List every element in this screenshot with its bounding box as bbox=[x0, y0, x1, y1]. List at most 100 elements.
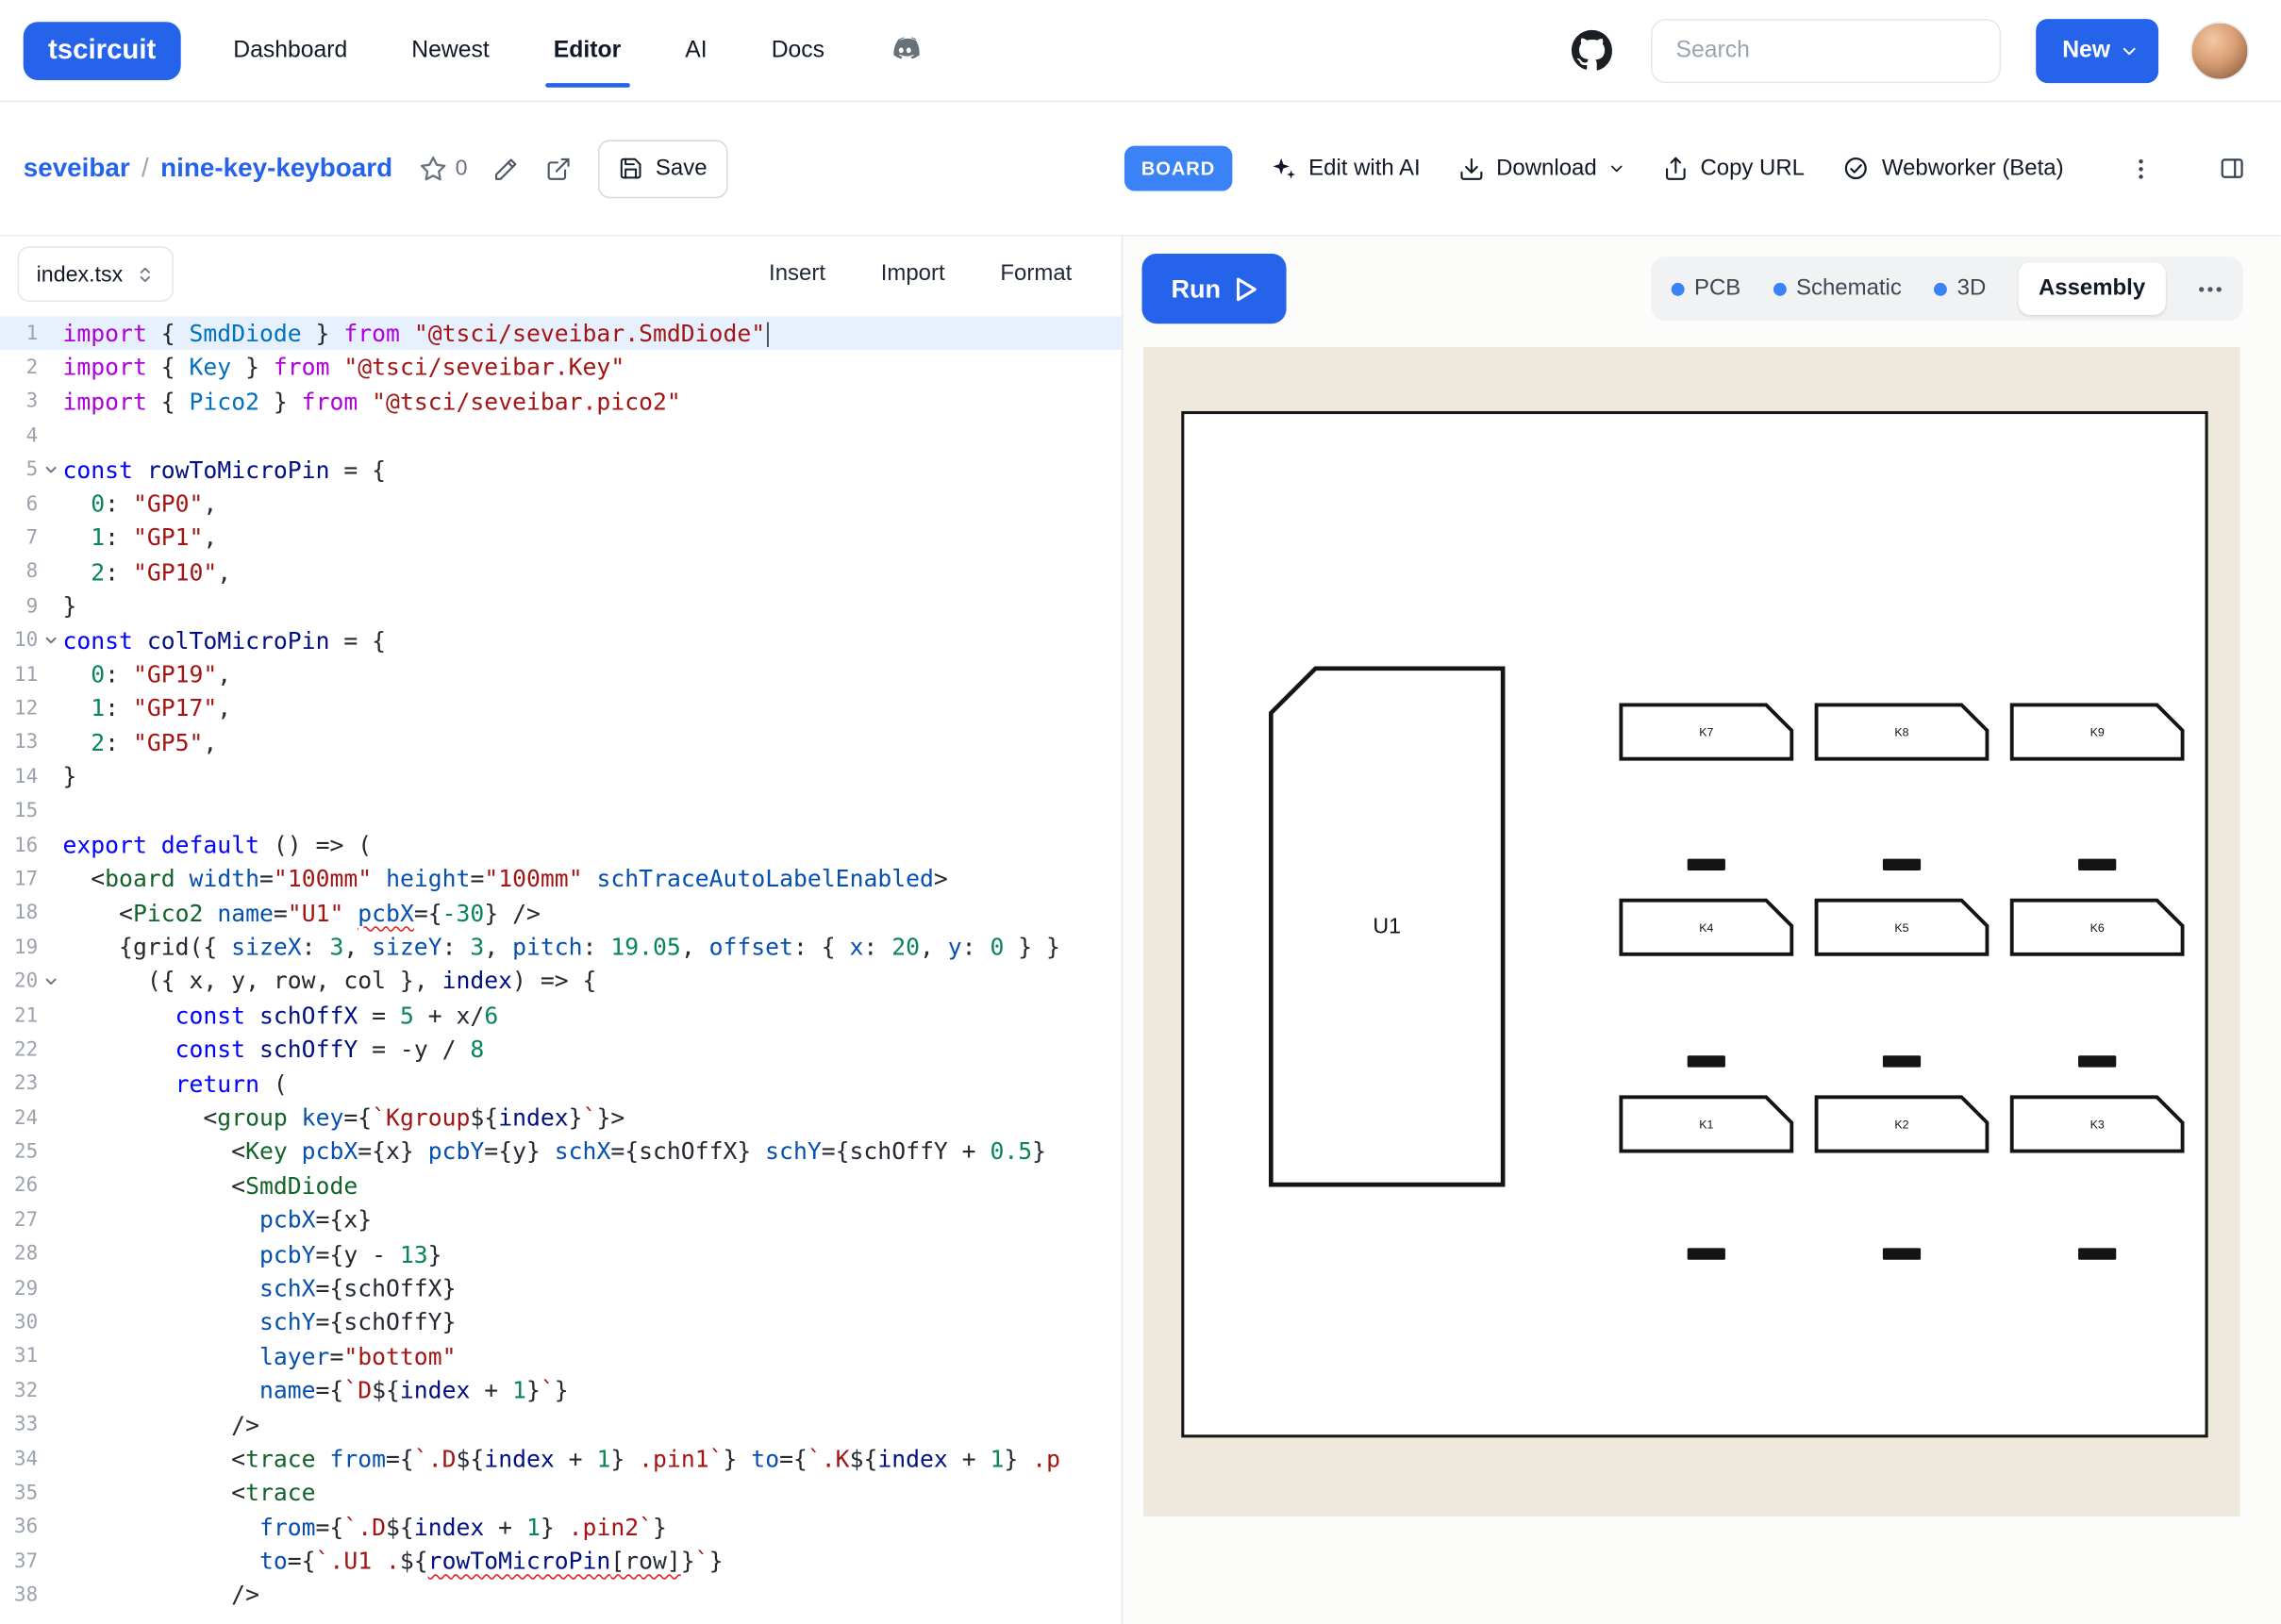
code-line[interactable]: 16export default () => ( bbox=[0, 828, 1122, 862]
code-line[interactable]: 9} bbox=[0, 589, 1122, 623]
assembly-diode[interactable] bbox=[2078, 1055, 2116, 1067]
editor-action-insert[interactable]: Insert bbox=[769, 261, 825, 288]
run-button[interactable]: Run bbox=[1142, 254, 1287, 323]
nav-link-editor[interactable]: Editor bbox=[554, 37, 621, 63]
code-line[interactable]: 31 layer="bottom" bbox=[0, 1339, 1122, 1373]
editor-action-format[interactable]: Format bbox=[1000, 261, 1072, 288]
webworker-toggle[interactable]: Webworker (Beta) bbox=[1842, 155, 2063, 182]
assembly-diode[interactable] bbox=[1688, 859, 1725, 870]
pencil-icon[interactable] bbox=[493, 156, 520, 182]
svg-text:K6: K6 bbox=[2090, 921, 2105, 935]
code-line[interactable]: 13 2: "GP5", bbox=[0, 725, 1122, 759]
edit-with-ai-button[interactable]: Edit with AI bbox=[1271, 156, 1421, 182]
editor-action-import[interactable]: Import bbox=[881, 261, 945, 288]
assembly-key-k2[interactable]: K2 bbox=[1814, 1095, 1990, 1153]
code-line[interactable]: 2import { Key } from "@tsci/seveibar.Key… bbox=[0, 351, 1122, 385]
search-input[interactable] bbox=[1651, 18, 2001, 82]
download-button[interactable]: Download bbox=[1458, 156, 1624, 182]
code-line[interactable]: 18 <Pico2 name="U1" pcbX={-30} /> bbox=[0, 896, 1122, 930]
fold-icon[interactable] bbox=[38, 462, 62, 476]
code-line[interactable]: 7 1: "GP1", bbox=[0, 521, 1122, 555]
code-line[interactable]: 26 <SmdDiode bbox=[0, 1169, 1122, 1203]
tscircuit-logo[interactable]: tscircuit bbox=[24, 21, 181, 79]
code-line[interactable]: 28 pcbY={y - 13} bbox=[0, 1237, 1122, 1271]
kebab-menu-icon[interactable] bbox=[2128, 156, 2155, 182]
code-line[interactable]: 22 const schOffY = -y / 8 bbox=[0, 1033, 1122, 1067]
assembly-canvas[interactable]: U1 K7K8K9K4K5K6K1K2K3 bbox=[1143, 347, 2240, 1516]
code-line[interactable]: 32 name={`D${index + 1}`} bbox=[0, 1374, 1122, 1408]
assembly-diode[interactable] bbox=[1883, 1248, 1921, 1259]
code-line[interactable]: 36 from={`.D${index + 1} .pin2`} bbox=[0, 1510, 1122, 1544]
nav-link-ai[interactable]: AI bbox=[685, 37, 707, 63]
assembly-key-k7[interactable]: K7 bbox=[1619, 703, 1794, 761]
breadcrumb-owner[interactable]: seveibar bbox=[24, 153, 130, 183]
code-line[interactable]: 17 <board width="100mm" height="100mm" s… bbox=[0, 862, 1122, 896]
assembly-key-k5[interactable]: K5 bbox=[1814, 898, 1990, 956]
code-line[interactable]: 12 1: "GP17", bbox=[0, 691, 1122, 725]
avatar[interactable] bbox=[2190, 21, 2249, 79]
board-badge[interactable]: BOARD bbox=[1124, 146, 1232, 191]
code-line[interactable]: 38 /> bbox=[0, 1578, 1122, 1612]
code-line[interactable]: 25 <Key pcbX={x} pcbY={y} schX={schOffX}… bbox=[0, 1135, 1122, 1168]
code-line[interactable]: 34 <trace from={`.D${index + 1} .pin1`} … bbox=[0, 1442, 1122, 1476]
copy-url-button[interactable]: Copy URL bbox=[1662, 156, 1805, 182]
code-line[interactable]: 21 const schOffX = 5 + x/6 bbox=[0, 999, 1122, 1033]
code-line[interactable]: 15 bbox=[0, 794, 1122, 828]
code-line[interactable]: 19 {grid({ sizeX: 3, sizeY: 3, pitch: 19… bbox=[0, 930, 1122, 964]
breadcrumb-project-name[interactable]: nine-key-keyboard bbox=[160, 153, 392, 183]
assembly-key-k6[interactable]: K6 bbox=[2009, 898, 2185, 956]
code-line[interactable]: 24 <group key={`Kgroup${index}`}> bbox=[0, 1101, 1122, 1135]
nav-link-docs[interactable]: Docs bbox=[772, 37, 824, 63]
code-line[interactable]: 35 <trace bbox=[0, 1476, 1122, 1510]
code-line[interactable]: 3import { Pico2 } from "@tsci/seveibar.p… bbox=[0, 385, 1122, 419]
assembly-key-k3[interactable]: K3 bbox=[2009, 1095, 2185, 1153]
tab-pcb[interactable]: PCB bbox=[1671, 275, 1740, 302]
code-line[interactable]: 37 to={`.U1 .${rowToMicroPin[row]}`} bbox=[0, 1544, 1122, 1578]
split-panel-icon[interactable] bbox=[2218, 155, 2245, 182]
discord-icon[interactable] bbox=[886, 30, 925, 70]
tab-3d[interactable]: 3D bbox=[1934, 275, 1986, 302]
new-button[interactable]: New bbox=[2036, 18, 2158, 82]
nav-link-dashboard[interactable]: Dashboard bbox=[233, 37, 347, 63]
fold-icon[interactable] bbox=[38, 633, 62, 647]
code-line[interactable]: 30 schY={schOffY} bbox=[0, 1305, 1122, 1339]
code-line[interactable]: 33 /> bbox=[0, 1408, 1122, 1442]
assembly-diode[interactable] bbox=[1883, 1055, 1921, 1067]
code-line[interactable]: 8 2: "GP10", bbox=[0, 555, 1122, 589]
assembly-key-k8[interactable]: K8 bbox=[1814, 703, 1990, 761]
assembly-key-k4[interactable]: K4 bbox=[1619, 898, 1794, 956]
line-number: 31 bbox=[0, 1345, 38, 1368]
tab-assembly[interactable]: Assembly bbox=[2018, 262, 2166, 315]
code-line[interactable]: 23 return ( bbox=[0, 1067, 1122, 1101]
fold-icon[interactable] bbox=[38, 974, 62, 988]
code-line[interactable]: 5const rowToMicroPin = { bbox=[0, 453, 1122, 487]
code-line[interactable]: 11 0: "GP19", bbox=[0, 657, 1122, 691]
code-line[interactable]: 10const colToMicroPin = { bbox=[0, 623, 1122, 657]
assembly-key-k9[interactable]: K9 bbox=[2009, 703, 2185, 761]
code-line[interactable]: 4 bbox=[0, 419, 1122, 453]
code-text: /> bbox=[62, 1408, 258, 1442]
code-area[interactable]: 1import { SmdDiode } from "@tsci/seveiba… bbox=[0, 312, 1122, 1624]
assembly-key-k1[interactable]: K1 bbox=[1619, 1095, 1794, 1153]
save-button[interactable]: Save bbox=[599, 140, 728, 198]
github-icon[interactable] bbox=[1571, 29, 1613, 72]
code-line[interactable]: 14} bbox=[0, 760, 1122, 794]
code-text: } bbox=[62, 589, 76, 623]
code-line[interactable]: 1import { SmdDiode } from "@tsci/seveiba… bbox=[0, 316, 1122, 350]
nav-link-newest[interactable]: Newest bbox=[411, 37, 489, 63]
assembly-diode[interactable] bbox=[2078, 1248, 2116, 1259]
assembly-diode[interactable] bbox=[1883, 859, 1921, 870]
file-tab[interactable]: index.tsx bbox=[18, 246, 175, 302]
assembly-diode[interactable] bbox=[1688, 1248, 1725, 1259]
external-link-icon[interactable] bbox=[546, 156, 573, 182]
assembly-diode[interactable] bbox=[2078, 859, 2116, 870]
code-line[interactable]: 29 schX={schOffX} bbox=[0, 1271, 1122, 1305]
view-tabs-more-icon[interactable] bbox=[2198, 285, 2223, 292]
code-line[interactable]: 27 pcbX={x} bbox=[0, 1203, 1122, 1237]
code-line[interactable]: 6 0: "GP0", bbox=[0, 487, 1122, 521]
tab-schematic[interactable]: Schematic bbox=[1773, 275, 1902, 302]
code-text: schY={schOffY} bbox=[62, 1305, 456, 1339]
star-icon[interactable] bbox=[419, 154, 448, 183]
code-line[interactable]: 20 ({ x, y, row, col }, index) => { bbox=[0, 965, 1122, 999]
assembly-diode[interactable] bbox=[1688, 1055, 1725, 1067]
